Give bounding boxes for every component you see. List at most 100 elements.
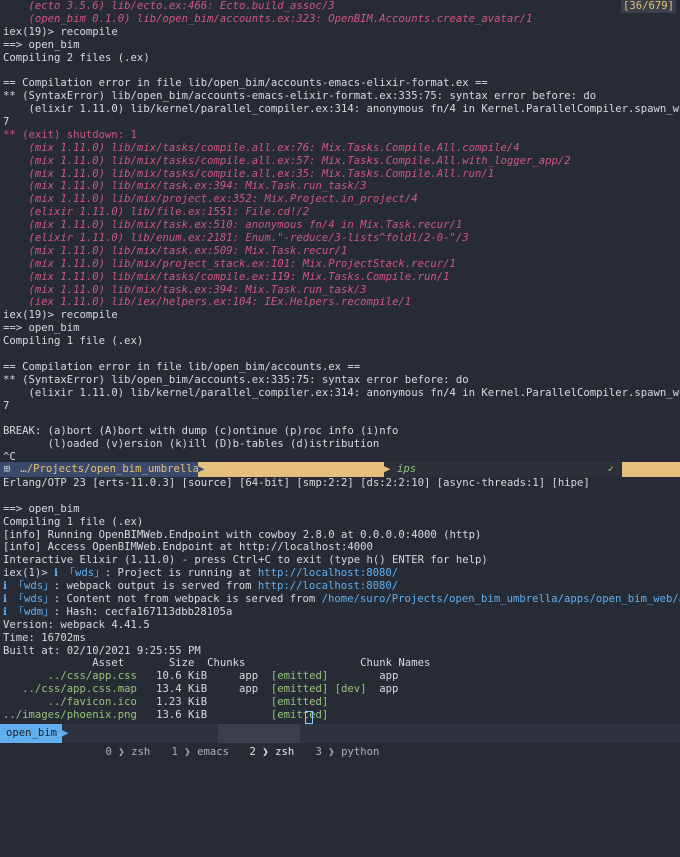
terminal-line: (elixir 1.11.0) lib/kernel/parallel_comp… bbox=[3, 386, 680, 399]
terminal-text-segment: [emitted] bbox=[270, 709, 329, 722]
prompt-arrow-icon: ▶ bbox=[384, 463, 391, 475]
terminal-text-segment: ℹ 「wdm」 bbox=[3, 605, 54, 618]
terminal-text-segment: 1.23 KiB bbox=[136, 696, 271, 709]
terminal-line: ℹ 「wds」: Content not from webpack is ser… bbox=[0, 593, 680, 606]
terminal-text-segment: app bbox=[366, 683, 399, 696]
terminal-line: ==> open_bim bbox=[3, 502, 80, 515]
terminal-text-segment: [emitted] [dev] bbox=[270, 683, 367, 696]
terminal-line: (elixir 1.11.0) lib/kernel/parallel_comp… bbox=[3, 103, 680, 116]
terminal-text-segment: http://localhost:8080/ bbox=[257, 580, 399, 593]
tmux-session-arrow-icon: ▶ bbox=[62, 727, 69, 739]
terminal-line: Version: webpack 4.41.5 bbox=[3, 618, 150, 631]
terminal-text-segment: iex(1)> bbox=[3, 567, 55, 580]
shell-prompt-bar: ⊞ …/Projects/open_bim_umbrella ▶ ᛘ add-p… bbox=[0, 462, 680, 490]
terminal-line: ==> open_bim bbox=[3, 322, 80, 335]
terminal-line: BREAK: (a)bort (A)bort with dump (c)onti… bbox=[3, 425, 399, 438]
terminal-text-segment: : webpack output is served from bbox=[53, 580, 258, 593]
prompt-arrow-icon: ▶ bbox=[198, 462, 206, 477]
terminal-line: (iex 1.11.0) lib/iex/helpers.ex:104: IEx… bbox=[3, 296, 412, 309]
terminal-line: (mix 1.11.0) lib/mix/task.ex:509: Mix.Ta… bbox=[3, 244, 348, 257]
terminal-line: (mix 1.11.0) lib/mix/task.ex:510: anonym… bbox=[3, 219, 463, 232]
tmux-session[interactable]: open_bim bbox=[0, 724, 62, 743]
terminal-line: (mix 1.11.0) lib/mix/task.ex:394: Mix.Ta… bbox=[3, 180, 367, 193]
terminal-line: Compiling 1 file (.ex) bbox=[3, 335, 144, 348]
terminal-text-segment: http://localhost:8080/ bbox=[257, 567, 399, 580]
terminal-line: ../favicon.ico 1.23 KiB [emitted] bbox=[0, 696, 680, 709]
terminal-line: ** (exit) shutdown: 1 bbox=[3, 128, 137, 141]
terminal-line: ℹ 「wdm」: Hash: cecfa167113dbb28105a bbox=[0, 606, 680, 619]
terminal-line: (open_bim 0.1.0) lib/open_bim/accounts.e… bbox=[3, 12, 533, 25]
terminal-text-segment: : Hash: cecfa167113dbb28105a bbox=[53, 605, 233, 618]
terminal-text-segment: ../images/phoenix.png bbox=[3, 709, 137, 722]
terminal-text-segment: ../favicon.ico bbox=[3, 696, 137, 709]
terminal-text-segment: /home/suro/Projects/open_bim_umbrella/ap… bbox=[321, 593, 680, 606]
terminal-line: Asset Size Chunks Chunk Names bbox=[3, 657, 431, 670]
terminal-text-segment: [emitted] bbox=[270, 696, 329, 709]
prompt-status-check: ✓ bbox=[607, 463, 615, 475]
tmux-window-2[interactable]: 2 ❯ zsh bbox=[218, 724, 301, 758]
terminal-line: Built at: 02/10/2021 9:25:55 PM bbox=[3, 644, 201, 657]
separator-icon: ❯ bbox=[328, 746, 335, 758]
terminal-line: == Compilation error in file lib/open_bi… bbox=[3, 77, 488, 90]
terminal-line: Interactive Elixir (1.11.0) - press Ctrl… bbox=[3, 554, 488, 567]
terminal-text-segment: ../css/app.css.map bbox=[3, 683, 137, 696]
terminal-text-segment: ../css/app.css bbox=[3, 670, 137, 683]
terminal-line: (elixir 1.11.0) lib/enum.ex:2181: Enum."… bbox=[3, 232, 469, 245]
separator-icon: ❯ bbox=[118, 746, 125, 758]
terminal-text-segment: : Content not from webpack is served fro… bbox=[53, 593, 322, 606]
terminal-line: Compiling 1 file (.ex) bbox=[3, 515, 144, 528]
tmux-window-0[interactable]: 0 ❯ zsh bbox=[80, 724, 151, 758]
terminal-line: (mix 1.11.0) lib/mix/tasks/compile.all.e… bbox=[3, 167, 495, 180]
terminal-line: [info] Access OpenBIMWeb.Endpoint at htt… bbox=[3, 541, 373, 554]
terminal-line: 7 bbox=[3, 116, 10, 129]
separator-icon: ❯ bbox=[262, 746, 269, 758]
terminal-line: (mix 1.11.0) lib/mix/tasks/compile.all.e… bbox=[3, 141, 520, 154]
terminal-text-segment: [emitted] bbox=[270, 670, 329, 683]
terminal-text-segment: app bbox=[328, 670, 399, 683]
terminal-line: iex(19)> recompile bbox=[3, 309, 118, 322]
scrollback-bottom: Erlang/OTP 23 [erts-11.0.3] [source] [64… bbox=[0, 477, 680, 722]
terminal-line: Time: 16702ms bbox=[3, 631, 86, 644]
terminal-line: ../images/phoenix.png 13.6 KiB [emitted] bbox=[0, 709, 680, 722]
prompt-os-icon: ⊞ bbox=[0, 462, 14, 477]
terminal-line: ==> open_bim bbox=[3, 38, 80, 51]
terminal-line: (mix 1.11.0) lib/mix/tasks/compile.ex:11… bbox=[3, 270, 450, 283]
terminal-line: (mix 1.11.0) lib/mix/project_stack.ex:10… bbox=[3, 257, 456, 270]
terminal-line: Erlang/OTP 23 [erts-11.0.3] [source] [64… bbox=[3, 477, 590, 489]
terminal-text-segment: ℹ 「wds」 bbox=[3, 593, 54, 606]
terminal-line: ℹ 「wds」: webpack output is served from h… bbox=[0, 580, 680, 593]
terminal-line: Compiling 2 files (.ex) bbox=[3, 51, 150, 64]
terminal-line: iex(19)> recompile bbox=[3, 25, 118, 38]
prompt-path: …/Projects/open_bim_umbrella bbox=[14, 462, 206, 477]
prompt-git-branch: ᛘ add-profile-page ❶ ❷ ❸ 1 bbox=[206, 462, 407, 490]
terminal-line: [info] Running OpenBIMWeb.Endpoint with … bbox=[3, 528, 482, 541]
tmux-status-bar: open_bim ▶ 0 ❯ zsh 1 ❯ emacs 2 ❯ zsh 3 ❯… bbox=[0, 724, 680, 758]
prompt-command: ips bbox=[397, 463, 417, 475]
terminal-line: ../css/app.css.map 13.4 KiB app [emitted… bbox=[0, 683, 680, 696]
terminal-text-segment: ℹ 「wds」 bbox=[3, 580, 54, 593]
tmux-window-3[interactable]: 3 ❯ python bbox=[290, 724, 380, 758]
terminal-line: ** (SyntaxError) lib/open_bim/accounts-e… bbox=[3, 90, 597, 103]
terminal-text-segment: 13.6 KiB bbox=[136, 709, 271, 722]
terminal-line: 7 bbox=[3, 399, 10, 412]
prompt-memory: ▸ 1.74G bbox=[622, 462, 680, 490]
terminal-line: ** (SyntaxError) lib/open_bim/accounts.e… bbox=[3, 373, 469, 386]
terminal-line: (mix 1.11.0) lib/mix/task.ex:394: Mix.Ta… bbox=[3, 283, 367, 296]
tmux-window-1[interactable]: 1 ❯ emacs bbox=[146, 724, 229, 758]
scroll-indicator: [36/679] bbox=[620, 0, 676, 13]
terminal-line: == Compilation error in file lib/open_bi… bbox=[3, 360, 361, 373]
terminal-line: (elixir 1.11.0) lib/file.ex:1551: File.c… bbox=[3, 206, 310, 219]
terminal-output-bottom[interactable]: Erlang/OTP 23 [erts-11.0.3] [source] [64… bbox=[0, 477, 680, 722]
terminal-line: iex(1)> ℹ 「wds」: Project is running at h… bbox=[0, 567, 680, 580]
terminal-text-segment: : Project is running at bbox=[104, 567, 258, 580]
terminal-line: (l)oaded (v)ersion (k)ill (D)b-tables (d… bbox=[3, 438, 380, 451]
terminal-output[interactable]: (ecto 3.5.6) lib/ecto.ex:466: Ecto.build… bbox=[0, 0, 680, 464]
terminal-cursor bbox=[305, 711, 313, 724]
terminal-line: (mix 1.11.0) lib/mix/tasks/compile.all.e… bbox=[3, 154, 571, 167]
terminal-text-segment: 13.4 KiB app bbox=[136, 683, 271, 696]
terminal-line: (mix 1.11.0) lib/mix/project.ex:352: Mix… bbox=[3, 193, 418, 206]
